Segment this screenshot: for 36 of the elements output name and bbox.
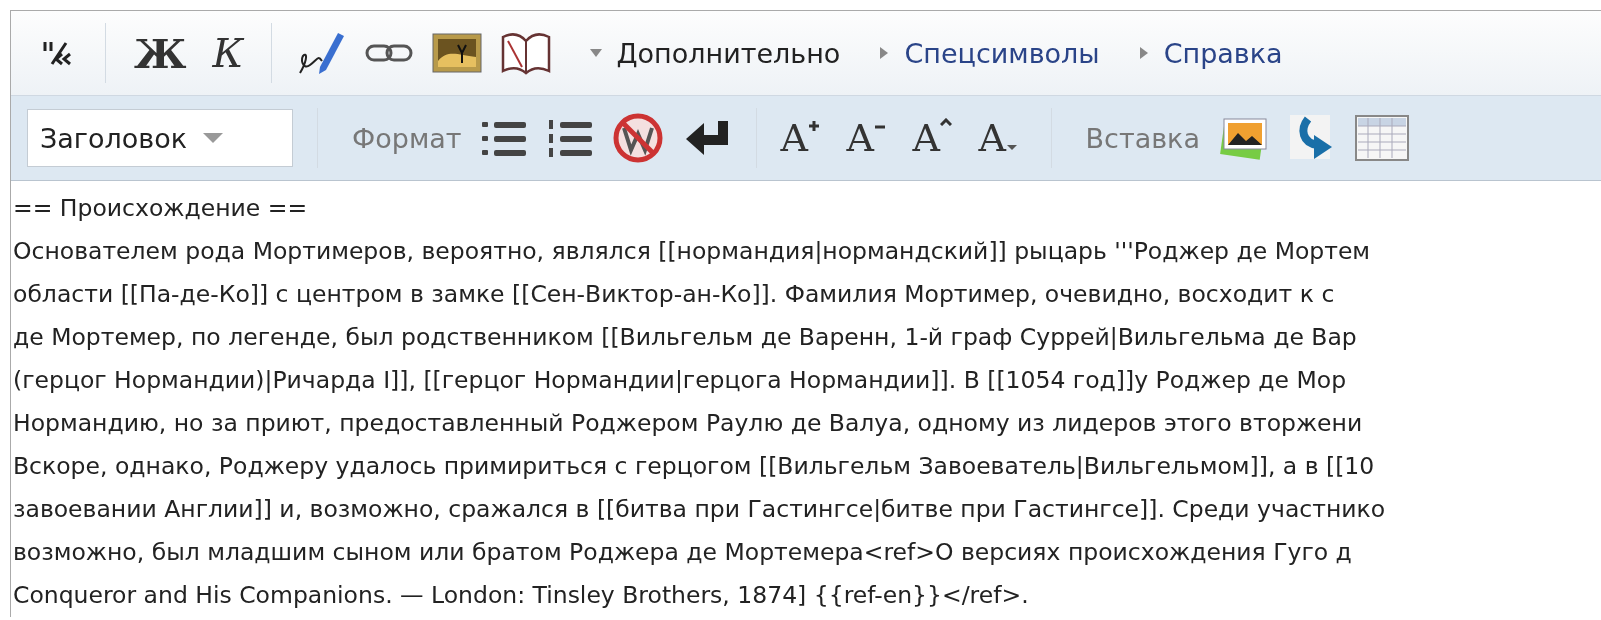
wikitext-line: завоевании Англии]] и, возможно, сражался в [[битва при Гастингсе|битве при Гастингсе]]. Среди участнико <box>13 494 1387 525</box>
wikitext-line: возможно, был младшим сыном или братом Роджера де Мортемера<ref>О версиях происхождения Гуго д <box>13 537 1353 568</box>
bold-button[interactable]: Ж <box>130 29 191 77</box>
wikitext-line: области [[Па-де-Ко]] с центром в замке [[Сен-Виктор-ан-Ко]]. Фамилия Мортимер, очевидно, восходит к с <box>13 279 1336 310</box>
crossed-w-icon <box>611 112 664 164</box>
open-book-icon <box>500 31 553 75</box>
table-grid-icon <box>1353 114 1410 162</box>
wikitext-line: Conqueror and His Companions. — London: Tinsley Brothers, 1874] {{ref-en}}</ref>. <box>13 580 1030 611</box>
size-mark-icon <box>940 118 952 126</box>
picture-icon <box>432 33 483 73</box>
group-label: Вставка <box>1085 122 1200 154</box>
section-toggle[interactable]: Спецсимволы <box>878 37 1100 69</box>
italic-button[interactable]: К <box>208 30 248 76</box>
wikitext-line: Нормандию, но за приют, предоставленный Роджером Раулю де Валуа, одному из лидеров этого вторжени <box>13 408 1364 439</box>
section-toggle[interactable]: Дополнительно <box>590 37 841 69</box>
down-triangle-icon <box>590 47 603 59</box>
dropdown-caret-icon <box>203 132 224 144</box>
heading-dropdown[interactable]: Заголовок <box>27 109 293 167</box>
size-mark-icon <box>874 124 886 130</box>
right-triangle-icon <box>1137 47 1150 59</box>
size-mark-icon <box>808 120 820 132</box>
group-label: Формат <box>352 122 462 154</box>
text-size-button[interactable]: A <box>912 112 961 164</box>
wikitext-line: Вскоре, однако, Роджеру удалось примириться с герцогом [[Вильгельм Завоеватель|Вильгельмом]], а в [[10 <box>13 451 1376 482</box>
wikitext-line: де Мортемер, по легенде, был родственником [[Вильгельм де Варенн, 1-й граф Суррей|Вильгельма де Вар <box>13 322 1358 353</box>
nowiki-button[interactable] <box>611 112 664 164</box>
size-mark-icon <box>1006 144 1018 151</box>
wikitext-line: == Происхождение == <box>13 193 309 224</box>
wikitext-line: Основателем рода Мортимеров, вероятно, являлся [[нормандия|нормандский]] рыцарь '''Роджер де Мортем <box>13 236 1372 267</box>
text-size-button[interactable]: A <box>978 112 1027 164</box>
text-size-button[interactable]: A <box>846 112 895 164</box>
section-toggle[interactable]: Справка <box>1137 37 1283 69</box>
photo-stack-icon <box>1217 115 1270 161</box>
table-button[interactable] <box>1353 112 1410 164</box>
text-size-button[interactable]: A <box>780 112 829 164</box>
wikitext-line: (герцог Нормандии)|Ричарда I]], [[герцог Нормандии|герцога Нормандии]]. В [[1054 год]]у Роджер де Мор <box>13 365 1348 396</box>
